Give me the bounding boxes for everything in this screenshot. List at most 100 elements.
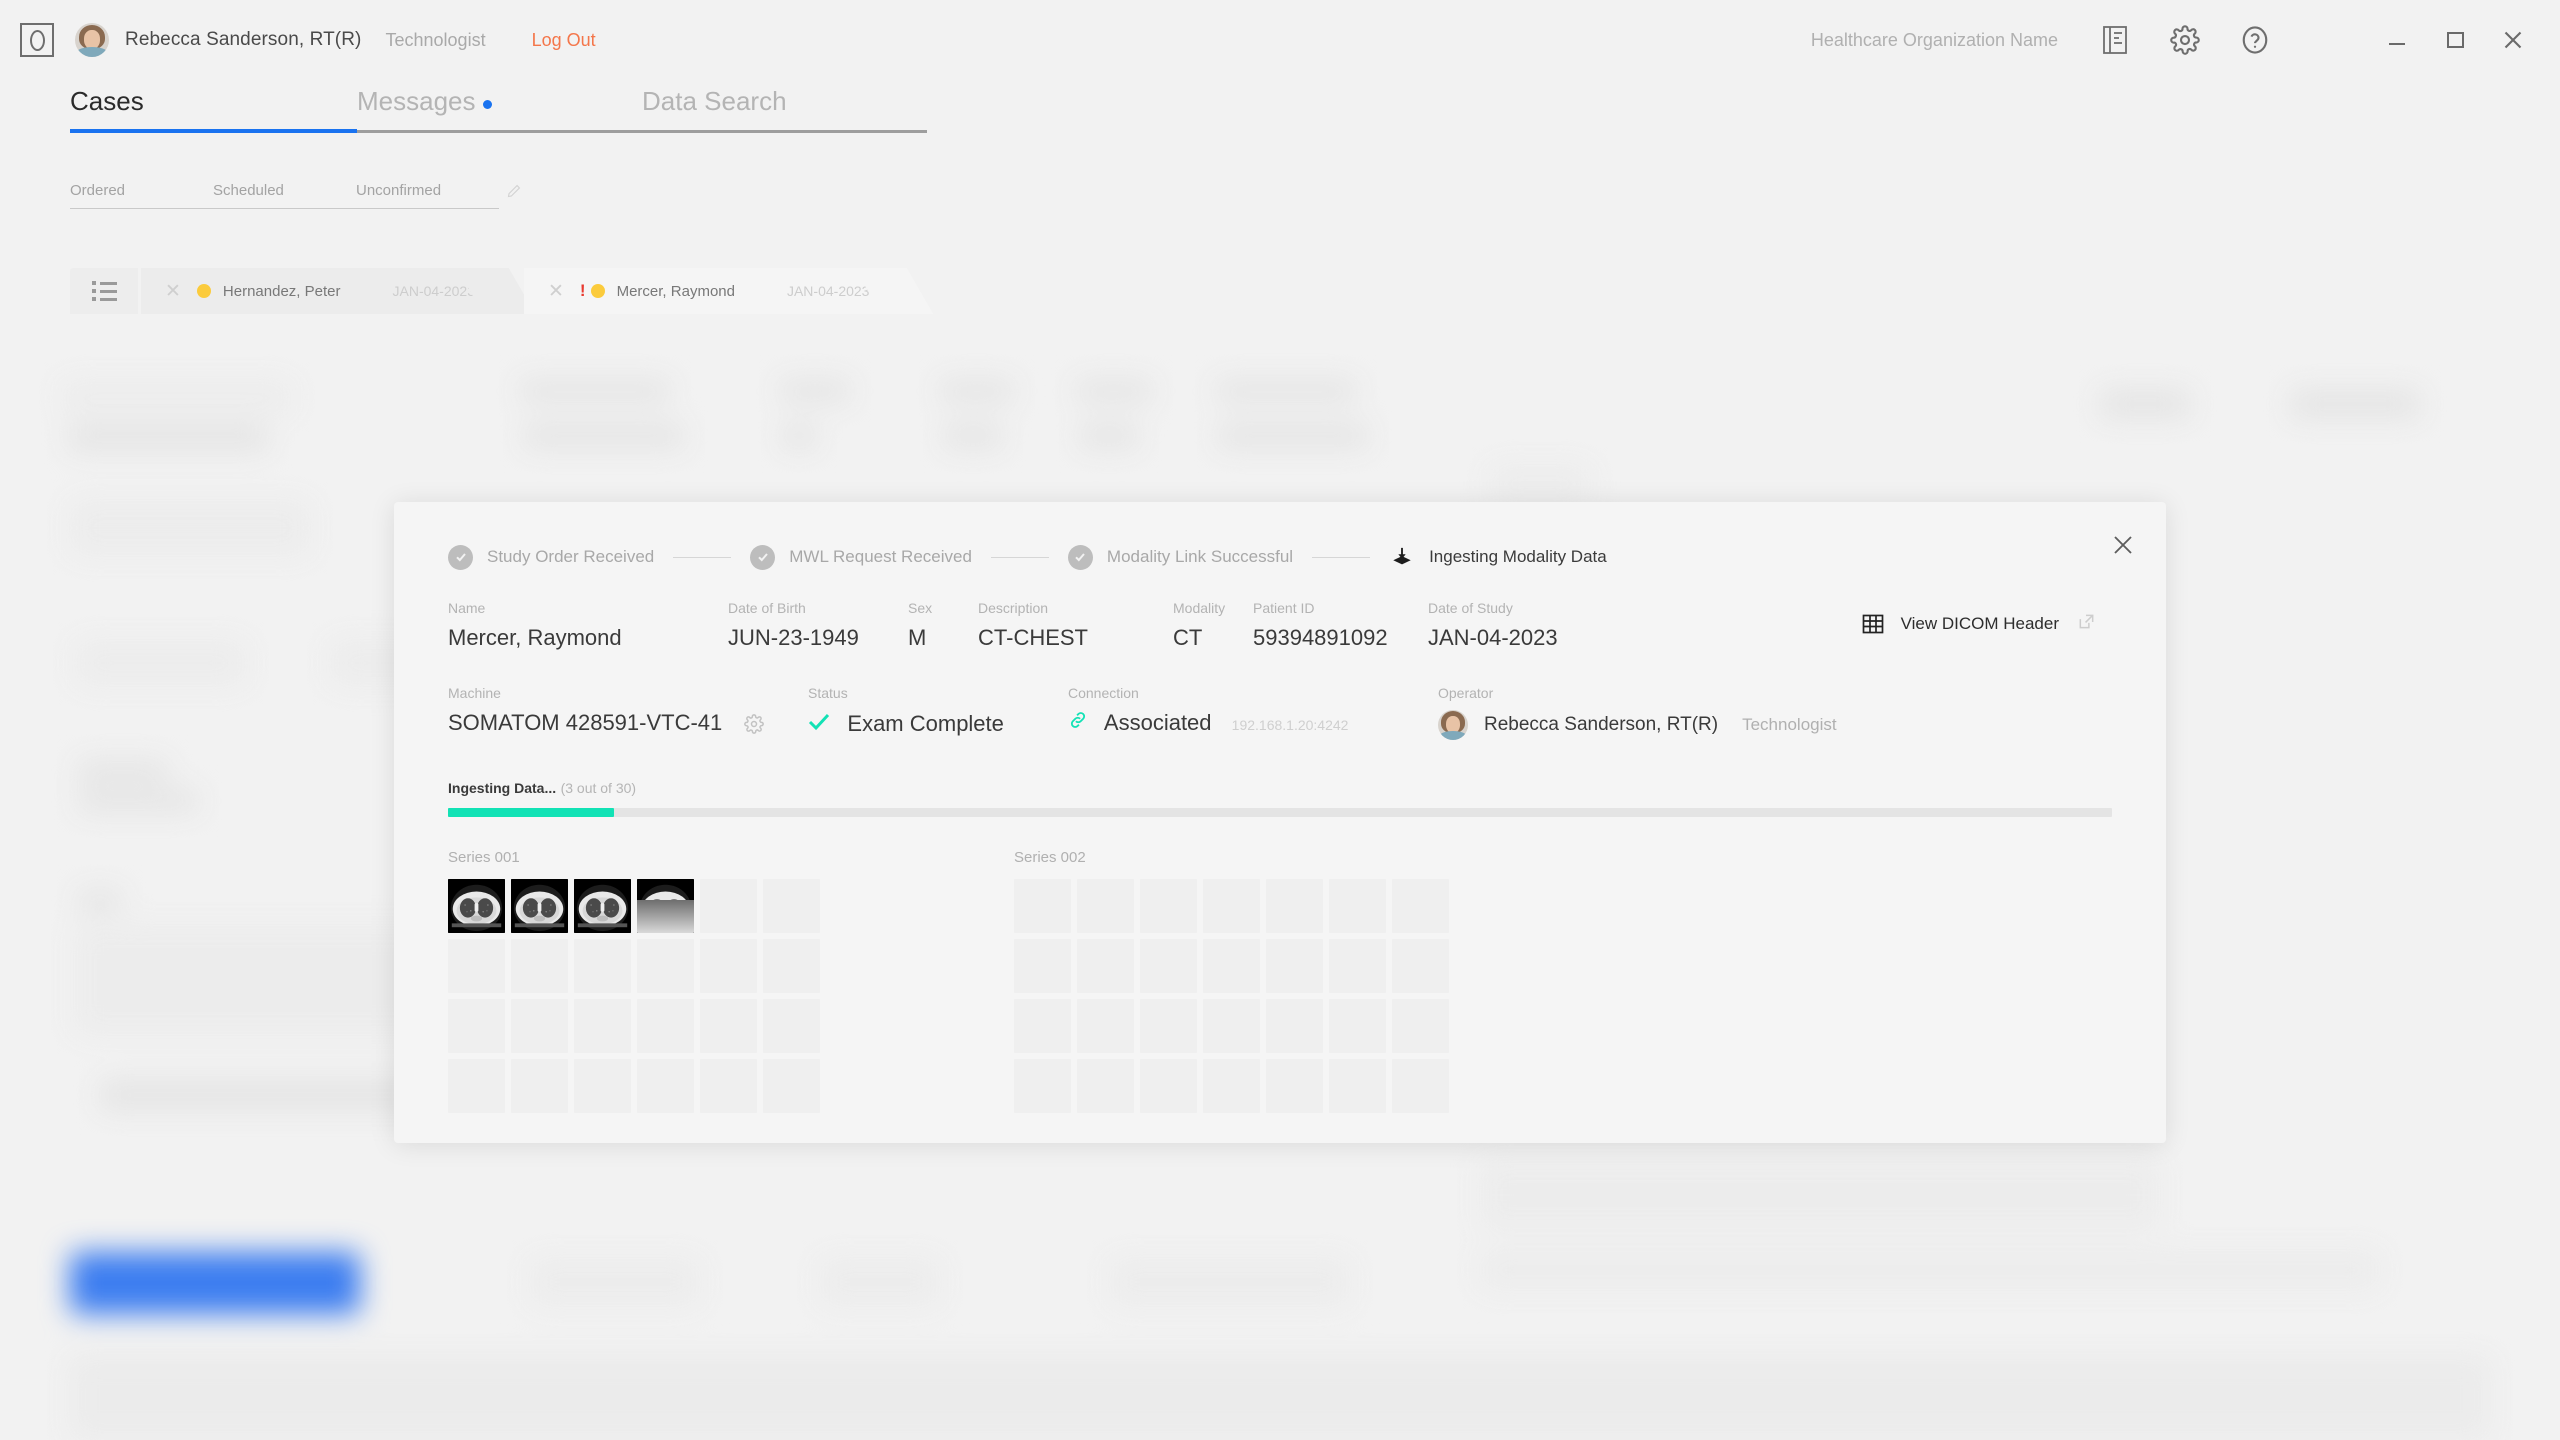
field-modality: Modality CT <box>1173 600 1253 651</box>
avatar <box>1438 710 1468 740</box>
field-status-label: Status <box>808 685 848 701</box>
series-thumbnail[interactable] <box>637 879 694 933</box>
case-tab-bar: ✕ Hernandez, Peter JAN-04-2023 ✕ ! Merce… <box>70 268 2495 314</box>
view-dicom-header-button[interactable]: View DICOM Header <box>1861 612 2096 636</box>
series-thumbnail[interactable] <box>448 879 505 933</box>
series-thumbnail <box>1266 1059 1323 1113</box>
series-thumbnail <box>700 879 757 933</box>
gear-icon[interactable] <box>744 714 765 735</box>
organization-name: Healthcare Organization Name <box>1810 29 2058 50</box>
series-thumbnail <box>1203 939 1260 993</box>
series-thumbnail <box>1392 879 1449 933</box>
series-thumbnail <box>700 999 757 1053</box>
series-thumbnail <box>700 939 757 993</box>
case-tab-name: Hernandez, Peter <box>222 282 341 300</box>
help-icon[interactable] <box>2232 17 2278 63</box>
case-tab-date: JAN-04-2023 <box>392 283 476 299</box>
document-icon[interactable] <box>2092 17 2138 63</box>
case-tab-mercer-raymond[interactable]: ✕ ! Mercer, Raymond JAN-04-2023 <box>524 268 934 314</box>
field-operator-name: Rebecca Sanderson, RT(R) <box>1484 714 1719 735</box>
series-thumbnail <box>637 999 694 1053</box>
check-icon <box>750 544 776 570</box>
field-connection: Connection Associated 192.168.1.20:4242 <box>1068 685 1438 736</box>
series-thumbnail <box>1266 879 1323 933</box>
subtab-ordered[interactable]: Ordered <box>70 182 213 209</box>
ingest-download-icon <box>1389 544 1415 570</box>
header-user-name: Rebecca Sanderson, RT(R) <box>125 29 362 50</box>
series-thumbnail <box>1014 939 1071 993</box>
field-connection-label: Connection <box>1068 685 1139 701</box>
series-thumbnail <box>1203 999 1260 1053</box>
app-logo-ring-icon[interactable] <box>20 23 54 57</box>
subtab-unconfirmed[interactable]: Unconfirmed <box>356 182 499 209</box>
series-thumbnail <box>763 879 820 933</box>
close-icon[interactable]: ✕ <box>165 280 181 303</box>
tab-cases-label: Cases <box>70 86 144 116</box>
gear-icon[interactable] <box>2162 17 2208 63</box>
field-status: Status Exam Complete <box>808 685 1068 737</box>
case-tab-hernandez-peter[interactable]: ✕ Hernandez, Peter JAN-04-2023 <box>141 268 536 314</box>
series-thumbnail <box>1077 879 1134 933</box>
step-study-order-received: Study Order Received <box>448 544 654 570</box>
field-machine-value: SOMATOM 428591-VTC-41 <box>448 710 723 735</box>
app-root: Rebecca Sanderson, RT(R) Technologist Lo… <box>0 0 2560 1440</box>
series-thumbnail <box>448 1059 505 1113</box>
series-thumbnail[interactable] <box>574 879 631 933</box>
step-label: Ingesting Modality Data <box>1429 547 1607 566</box>
header-right-group: Healthcare Organization Name <box>1811 11 2560 69</box>
field-modality-value: CT <box>1173 625 1203 650</box>
window-close-button[interactable] <box>2484 11 2542 69</box>
series-thumbnail <box>763 939 820 993</box>
edit-pencil-icon[interactable] <box>507 184 521 209</box>
series-thumbnail <box>574 1059 631 1113</box>
step-label: Modality Link Successful <box>1106 547 1294 566</box>
step-ingesting-modality-data: Ingesting Modality Data <box>1389 544 1607 570</box>
tab-data-search-label: Data Search <box>642 86 787 116</box>
field-sex-label: Sex <box>908 600 933 616</box>
field-machine-value-wrap: SOMATOM 428591-VTC-41 <box>448 710 808 736</box>
series-thumbnails: Series 001 Series 002 <box>394 849 2166 1113</box>
tab-messages[interactable]: Messages <box>357 86 642 133</box>
header-user-role: Technologist <box>385 29 486 50</box>
field-operator-label: Operator <box>1438 685 1494 701</box>
series-001-group: Series 001 <box>448 849 820 1113</box>
close-icon[interactable]: ✕ <box>548 280 564 303</box>
series-thumbnail <box>511 939 568 993</box>
field-date-of-study-value: JAN-04-2023 <box>1428 625 1558 650</box>
field-connection-address: 192.168.1.20:4242 <box>1231 717 1349 733</box>
series-002-grid <box>1014 879 1449 1113</box>
ingest-progress: Ingesting Data... (3 out of 30) <box>394 780 2166 817</box>
tab-data-search[interactable]: Data Search <box>642 86 927 133</box>
field-description: Description CT-CHEST <box>978 600 1173 651</box>
case-tab-name: Mercer, Raymond <box>616 282 735 300</box>
series-thumbnail <box>1014 1059 1071 1113</box>
close-icon[interactable] <box>2106 528 2140 562</box>
step-connector <box>990 556 1049 558</box>
field-sex-value: M <box>908 625 927 650</box>
ingest-progress-count: (3 out of 30) <box>560 780 637 796</box>
field-date-of-study: Date of Study JAN-04-2023 <box>1428 600 1598 651</box>
list-view-icon[interactable] <box>70 268 138 314</box>
workflow-stepper: Study Order Received MWL Request Receive… <box>394 502 2166 570</box>
series-thumbnail <box>1329 879 1386 933</box>
series-001-grid <box>448 879 820 1113</box>
series-002-group: Series 002 <box>1014 849 1449 1113</box>
ingest-progress-text: Ingesting Data... (3 out of 30) <box>448 780 2166 798</box>
main-tab-bar: Cases Messages Data Search <box>0 86 927 133</box>
series-thumbnail <box>1392 939 1449 993</box>
field-modality-label: Modality <box>1173 600 1226 616</box>
window-maximize-button[interactable] <box>2426 11 2484 69</box>
series-thumbnail <box>448 939 505 993</box>
tab-cases[interactable]: Cases <box>70 86 357 133</box>
series-thumbnail <box>1329 1059 1386 1113</box>
series-thumbnail[interactable] <box>511 879 568 933</box>
series-thumbnail <box>1392 999 1449 1053</box>
window-minimize-button[interactable] <box>2368 11 2426 69</box>
field-operator: Operator Rebecca Sanderson, RT(R) Techno… <box>1438 685 1868 740</box>
field-name: Name Mercer, Raymond <box>448 600 728 651</box>
series-thumbnail <box>700 1059 757 1113</box>
view-dicom-header-label: View DICOM Header <box>1900 614 2059 633</box>
subtab-scheduled[interactable]: Scheduled <box>213 182 356 209</box>
external-link-icon[interactable] <box>2077 612 2096 636</box>
logout-button[interactable]: Log Out <box>532 30 596 51</box>
